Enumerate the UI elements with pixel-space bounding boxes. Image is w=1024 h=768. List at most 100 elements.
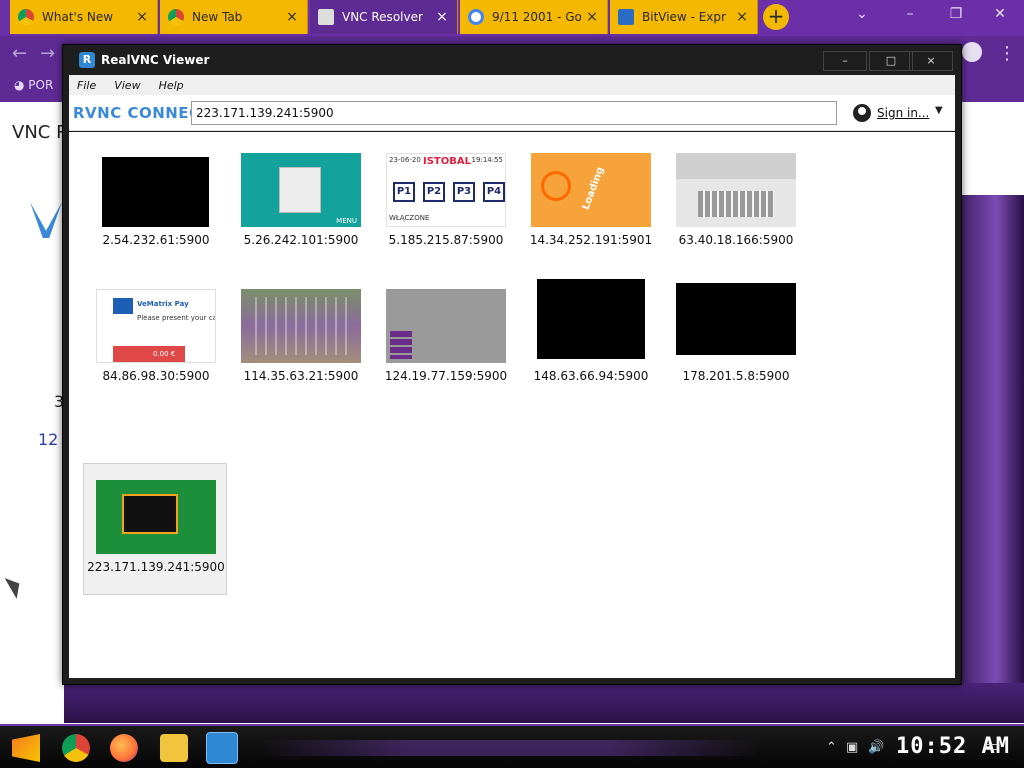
thumb-text: Loading: [580, 165, 607, 212]
tab-label: BitView - Expr: [642, 10, 726, 24]
tab-new-tab[interactable]: New Tab ×: [160, 0, 308, 34]
desktop-thumbnail: [676, 153, 796, 227]
forward-arrow-icon[interactable]: →: [40, 43, 55, 64]
thumb-text: MENU: [336, 217, 357, 225]
desktop-thumbnail: Loading: [531, 153, 651, 227]
computer-tile[interactable]: 2.54.232.61:5900: [83, 136, 227, 268]
chrome-icon: [168, 9, 184, 25]
network-icon[interactable]: ▣: [846, 740, 858, 755]
computer-address: 223.171.139.241:5900: [87, 560, 225, 574]
window-title: RealVNC Viewer: [101, 53, 210, 67]
computer-tile[interactable]: MENU 5.26.242.101:5900: [228, 136, 372, 268]
realvnc-taskbar-icon[interactable]: [206, 732, 238, 764]
tab-bitview[interactable]: BitView - Expr ×: [610, 0, 758, 34]
thumb-text: ISTOBAL: [423, 156, 471, 167]
tab-vnc-resolver[interactable]: VNC Resolver ×: [310, 0, 458, 34]
notification-icon[interactable]: ▭: [984, 736, 999, 755]
computer-tile[interactable]: 63.40.18.166:5900: [663, 136, 807, 268]
chevron-down-icon[interactable]: ▼: [935, 105, 943, 116]
desktop-thumbnail: [96, 153, 216, 227]
sign-in-button[interactable]: Sign in...: [853, 104, 929, 122]
tab-whats-new[interactable]: What's New ×: [10, 0, 158, 34]
computer-tile[interactable]: 23-06-20 ISTOBAL 19:14:55 P1 P2 P3 P4 WŁ…: [373, 136, 517, 268]
thumb-buttons: P1 P2 P3 P4: [393, 182, 505, 202]
minimize-button[interactable]: –: [823, 51, 867, 71]
computer-tile-selected[interactable]: 223.171.139.241:5900: [83, 463, 227, 595]
desktop-thumbnail: [537, 279, 645, 359]
menu-help[interactable]: Help: [159, 79, 184, 92]
computer-tile[interactable]: 148.63.66.94:5900: [518, 272, 662, 404]
new-tab-button[interactable]: +: [763, 4, 789, 30]
vnc-resolver-icon: [318, 9, 334, 25]
thumb-text: 0.00 €: [153, 350, 176, 358]
computer-address: 178.201.5.8:5900: [682, 369, 790, 383]
taskbar: ⌃ ▣ 🔊 10:52 AM ▭: [0, 724, 1024, 768]
desktop-thumbnail: [96, 480, 216, 554]
realvnc-logo-icon: R: [79, 52, 95, 68]
menu-file[interactable]: File: [77, 79, 96, 92]
chevron-up-icon[interactable]: ⌃: [826, 740, 837, 755]
computer-address: 124.19.77.159:5900: [384, 369, 508, 383]
chrome-taskbar-icon[interactable]: [62, 734, 90, 762]
thumb-text: 19:14:55: [471, 156, 503, 164]
tab-google[interactable]: 9/11 2001 - Go ×: [460, 0, 608, 34]
chrome-icon: [18, 9, 34, 25]
page-logo-icon: [30, 202, 62, 238]
taskbar-decoration: [260, 740, 760, 756]
computer-address: 114.35.63.21:5900: [243, 369, 359, 383]
chevron-down-icon[interactable]: ⌄: [850, 6, 874, 22]
minimize-icon[interactable]: –: [898, 6, 922, 22]
back-arrow-icon[interactable]: ←: [12, 43, 27, 64]
computer-address: 5.185.215.87:5900: [388, 233, 504, 247]
desktop-thumbnail: [676, 283, 796, 355]
desktop-thumbnail: 23-06-20 ISTOBAL 19:14:55 P1 P2 P3 P4 WŁ…: [386, 153, 506, 227]
desktop-thumbnail: VeMatrix Pay Please present your card 0.…: [96, 289, 216, 363]
profile-icon[interactable]: [962, 42, 982, 62]
computer-address: 63.40.18.166:5900: [678, 233, 794, 247]
computer-tile[interactable]: Loading 14.34.252.191:5901: [518, 136, 662, 268]
close-icon[interactable]: ✕: [988, 6, 1012, 22]
realvnc-window: R RealVNC Viewer – □ × File View Help R V…: [62, 44, 962, 685]
thumb-text: P4: [483, 182, 505, 202]
thumb-text: WŁĄCZONE: [389, 214, 430, 222]
firefox-taskbar-icon[interactable]: [110, 734, 138, 762]
menu-bar: File View Help: [69, 75, 955, 95]
bookmark-item[interactable]: ◕ POR: [14, 78, 53, 92]
thumb-text: VeMatrix Pay: [137, 300, 189, 308]
thumb-text: P3: [453, 182, 475, 202]
tab-label: VNC Resolver: [342, 10, 423, 24]
thumb-text: 23-06-20: [389, 156, 421, 164]
close-button[interactable]: ×: [909, 51, 953, 71]
google-icon: [468, 9, 484, 25]
thumb-text: P2: [423, 182, 445, 202]
maximize-button[interactable]: □: [869, 51, 913, 71]
computer-address: 84.86.98.30:5900: [102, 369, 210, 383]
computer-address: 14.34.252.191:5901: [529, 233, 653, 247]
desktop-thumbnail: MENU: [241, 153, 361, 227]
computer-address: 5.26.242.101:5900: [243, 233, 359, 247]
desktop-thumbnail: [386, 289, 506, 363]
restore-icon[interactable]: ❐: [944, 6, 968, 22]
computer-address: 2.54.232.61:5900: [102, 233, 210, 247]
close-icon[interactable]: ×: [735, 9, 749, 25]
menu-view[interactable]: View: [114, 79, 140, 92]
close-icon[interactable]: ×: [585, 9, 599, 25]
tab-label: New Tab: [192, 10, 243, 24]
computer-tile[interactable]: 114.35.63.21:5900: [228, 272, 372, 404]
close-icon[interactable]: ×: [285, 9, 299, 25]
start-button[interactable]: [12, 734, 40, 762]
background-decoration: [955, 195, 1024, 715]
more-icon[interactable]: ⋮: [998, 43, 1016, 64]
file-explorer-taskbar-icon[interactable]: [160, 734, 188, 762]
thumb-text: Please present your card: [137, 314, 216, 322]
close-icon[interactable]: ×: [435, 9, 449, 25]
window-titlebar[interactable]: R RealVNC Viewer – □ ×: [63, 45, 961, 75]
volume-icon[interactable]: 🔊: [868, 740, 884, 755]
close-icon[interactable]: ×: [135, 9, 149, 25]
computer-tile[interactable]: VeMatrix Pay Please present your card 0.…: [83, 272, 227, 404]
computer-tile[interactable]: 178.201.5.8:5900: [663, 272, 807, 404]
browser-tabbar: What's New × New Tab × VNC Resolver × 9/…: [0, 0, 1024, 36]
address-input[interactable]: [191, 101, 837, 125]
desktop-thumbnail: [241, 289, 361, 363]
computer-tile[interactable]: 124.19.77.159:5900: [373, 272, 517, 404]
